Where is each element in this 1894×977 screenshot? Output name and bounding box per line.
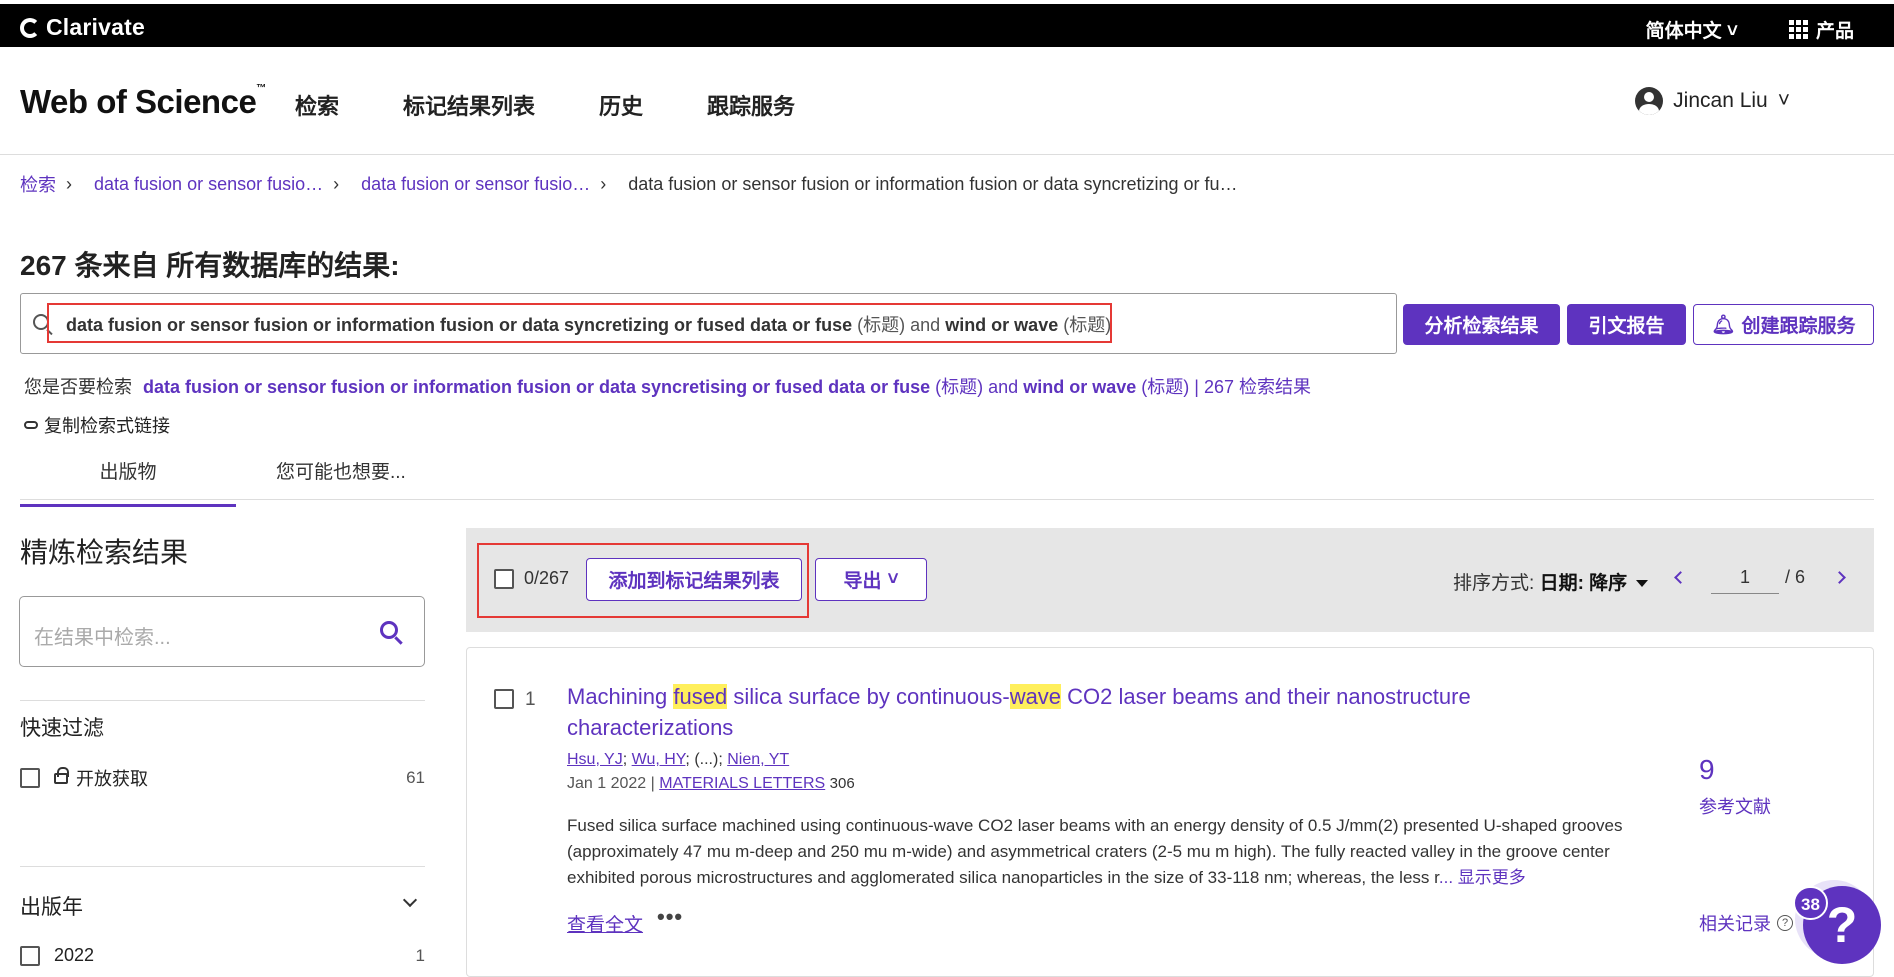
record-title[interactable]: Machining fused silica surface by contin… [567,681,1527,743]
author-link[interactable]: Nien, YT [727,751,789,768]
search-icon[interactable] [380,621,398,639]
checkbox[interactable] [20,945,40,966]
divider [20,866,425,867]
create-alert-button[interactable]: 🔔︎ 创建跟踪服务 [1693,304,1874,345]
record-pub-info: Jan 1 2022 | MATERIALS LETTERS 306 [567,775,855,792]
refine-search-placeholder: 在结果中检索... [34,627,171,649]
analyze-results-button[interactable]: 分析检索结果 [1403,304,1560,345]
chevron-right-icon: › [66,173,72,194]
record-checkbox[interactable] [494,689,514,709]
user-menu[interactable]: Jincan Liu ˅ [1635,87,1790,115]
pagination: 1 / 6 [1674,560,1846,594]
notification-badge: 38 [1793,886,1828,920]
references-count[interactable]: 9 [1699,754,1715,786]
breadcrumb-query-1[interactable]: data fusion or sensor fusio… [94,174,323,195]
divider [20,700,425,701]
clarivate-logo-icon [20,17,40,38]
filter-open-access[interactable]: 开放获取 61 [20,765,425,791]
web-of-science-logo[interactable]: Web of Science™ [20,83,266,121]
record-authors: Hsu, YJ; Wu, HY; (...); Nien, YT [567,751,790,768]
export-button[interactable]: 导出 ˅ [815,558,927,601]
clarivate-logo[interactable]: Clarivate [20,14,145,41]
result-tabs: 出版物 您可能也想要... [20,450,1874,507]
chevron-down-icon: ˅ [1777,89,1790,112]
citation-report-button[interactable]: 引文报告 [1567,304,1686,345]
link-icon [24,421,38,429]
tab-publications[interactable]: 出版物 [20,457,236,507]
author-link[interactable]: Hsu, YJ [567,751,623,768]
pub-year-heading[interactable]: 出版年 [20,891,425,921]
journal-link[interactable]: MATERIALS LETTERS [659,775,825,792]
author-link[interactable]: Wu, HY [632,751,686,768]
annotation-box-toolbar [477,543,809,618]
filter-year-2022[interactable]: 2022 1 [20,945,425,966]
quick-filter-heading: 快速过滤 [20,717,104,740]
lock-icon [54,766,69,784]
caret-down-icon [1636,580,1649,588]
checkbox[interactable] [20,768,40,788]
nav-history[interactable]: 历史 [599,89,643,121]
nav-alerts[interactable]: 跟踪服务 [707,89,795,121]
result-record: 1 Machining fused silica surface by cont… [466,647,1874,977]
page-number-input[interactable]: 1 [1711,560,1779,594]
user-avatar-icon [1635,87,1664,115]
tab-you-may-also-like[interactable]: 您可能也想要... [276,457,406,484]
grid-icon [1788,20,1808,39]
results-title: 267 条来自 所有数据库的结果: [20,250,400,281]
record-number: 1 [525,689,536,710]
more-options-icon[interactable]: ••• [657,904,683,930]
breadcrumb: 检索 › data fusion or sensor fusio… › data… [20,171,1238,197]
references-label[interactable]: 参考文献 [1699,793,1771,819]
chevron-down-icon [402,892,418,908]
did-you-mean: 您是否要检索 data fusion or sensor fusion or i… [24,377,1311,397]
nav-search[interactable]: 检索 [295,89,339,121]
chevron-down-icon: ˅ [887,568,899,590]
nav-marked-list[interactable]: 标记结果列表 [403,89,535,121]
help-icon[interactable]: ? [1777,915,1793,931]
products-menu[interactable]: 产品 [1788,16,1854,43]
sort-dropdown[interactable]: 排序方式: 日期: 降序 [1453,568,1649,595]
refine-search-input[interactable]: 在结果中检索... [19,596,425,667]
chevron-right-icon: › [600,173,607,194]
chevron-left-icon[interactable] [1674,570,1687,584]
app-header: Web of Science™ 检索 标记结果列表 历史 跟踪服务 Jincan… [0,47,1894,155]
breadcrumb-current: data fusion or sensor fusion or informat… [628,173,1238,194]
record-abstract: Fused silica surface machined using cont… [567,816,1623,887]
chevron-right-icon[interactable] [1833,570,1846,584]
related-records[interactable]: 相关记录 ? [1699,910,1793,936]
show-more-link[interactable]: ... 显示更多 [1439,868,1526,887]
full-text-link[interactable]: 查看全文 [567,910,643,937]
annotation-box-query [47,303,1112,343]
chevron-down-icon: ˅ [1726,21,1738,42]
chevron-right-icon: › [333,173,340,194]
main-nav: 检索 标记结果列表 历史 跟踪服务 [295,89,859,121]
did-you-mean-link[interactable]: data fusion or sensor fusion or informat… [143,377,1311,397]
breadcrumb-query-2[interactable]: data fusion or sensor fusio… [361,174,590,195]
clarivate-topbar: Clarivate 简体中文 ˅ 产品 [0,0,1894,47]
refine-title: 精炼检索结果 [20,537,189,568]
bell-icon: 🔔︎ [1711,314,1736,336]
copy-query-link[interactable]: 复制检索式链接 [24,412,170,438]
breadcrumb-search[interactable]: 检索 [20,171,56,197]
language-selector[interactable]: 简体中文 ˅ [1646,16,1738,43]
